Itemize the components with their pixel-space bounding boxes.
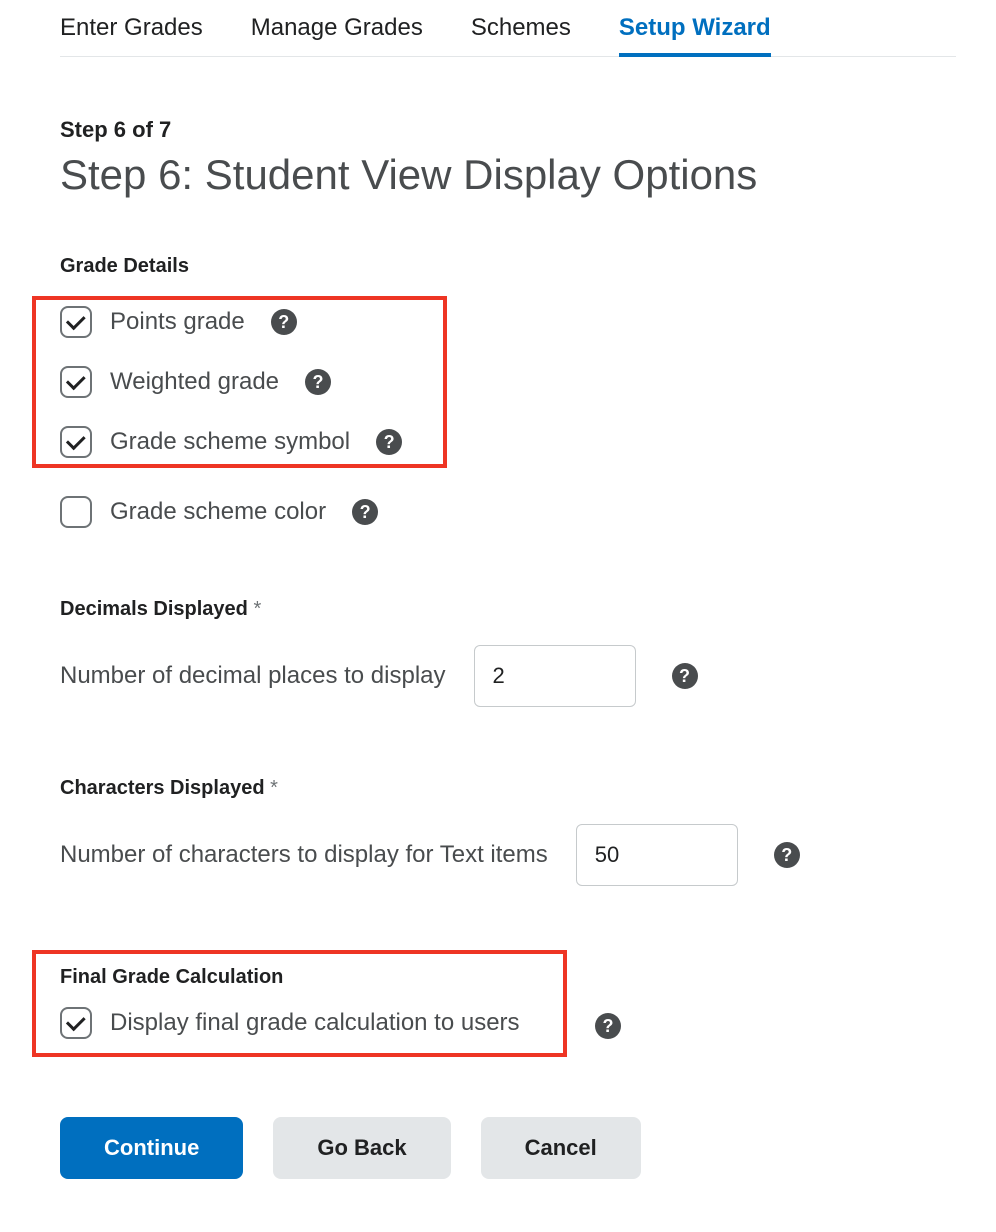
help-icon[interactable]: ?	[595, 1013, 621, 1039]
points-grade-checkbox[interactable]	[60, 306, 92, 338]
grade-details-highlight: Points grade ? Weighted grade ? Grade sc…	[32, 296, 447, 468]
grade-scheme-color-checkbox[interactable]	[60, 496, 92, 528]
grade-scheme-color-label: Grade scheme color	[110, 498, 326, 526]
tab-manage-grades[interactable]: Manage Grades	[251, 14, 423, 56]
final-grade-checkbox[interactable]	[60, 1007, 92, 1039]
characters-row: Number of characters to display for Text…	[60, 824, 956, 886]
cancel-button[interactable]: Cancel	[481, 1117, 641, 1179]
grade-scheme-symbol-row: Grade scheme symbol ?	[60, 426, 433, 458]
characters-heading: Characters Displayed *	[60, 777, 956, 800]
characters-heading-text: Characters Displayed	[60, 777, 265, 799]
grade-scheme-symbol-checkbox[interactable]	[60, 426, 92, 458]
weighted-grade-checkbox[interactable]	[60, 366, 92, 398]
help-icon[interactable]: ?	[271, 309, 297, 335]
step-counter: Step 6 of 7	[60, 117, 956, 143]
help-icon[interactable]: ?	[672, 663, 698, 689]
final-grade-heading: Final Grade Calculation	[60, 966, 549, 989]
grade-scheme-color-row: Grade scheme color ?	[60, 496, 956, 528]
points-grade-label: Points grade	[110, 308, 245, 336]
tab-setup-wizard[interactable]: Setup Wizard	[619, 14, 771, 56]
weighted-grade-label: Weighted grade	[110, 368, 279, 396]
decimals-heading-text: Decimals Displayed	[60, 598, 248, 620]
grade-details-heading: Grade Details	[60, 255, 956, 278]
help-icon[interactable]: ?	[376, 429, 402, 455]
characters-label: Number of characters to display for Text…	[60, 841, 548, 869]
required-star: *	[253, 598, 261, 620]
go-back-button[interactable]: Go Back	[273, 1117, 450, 1179]
final-grade-highlight: Final Grade Calculation Display final gr…	[32, 950, 567, 1057]
decimals-row: Number of decimal places to display ?	[60, 645, 956, 707]
points-grade-row: Points grade ?	[60, 306, 433, 338]
help-icon[interactable]: ?	[352, 499, 378, 525]
step-title: Step 6: Student View Display Options	[60, 151, 956, 199]
help-icon[interactable]: ?	[774, 842, 800, 868]
final-grade-row: Display final grade calculation to users	[60, 1007, 549, 1039]
required-star: *	[270, 777, 278, 799]
button-row: Continue Go Back Cancel	[60, 1117, 956, 1179]
continue-button[interactable]: Continue	[60, 1117, 243, 1179]
decimals-input[interactable]	[474, 645, 636, 707]
decimals-label: Number of decimal places to display	[60, 662, 446, 690]
final-grade-label: Display final grade calculation to users	[110, 1009, 520, 1037]
help-icon[interactable]: ?	[305, 369, 331, 395]
characters-input[interactable]	[576, 824, 738, 886]
decimals-heading: Decimals Displayed *	[60, 598, 956, 621]
tab-schemes[interactable]: Schemes	[471, 14, 571, 56]
tabs-bar: Enter Grades Manage Grades Schemes Setup…	[60, 14, 956, 57]
tab-enter-grades[interactable]: Enter Grades	[60, 14, 203, 56]
grade-scheme-symbol-label: Grade scheme symbol	[110, 428, 350, 456]
weighted-grade-row: Weighted grade ?	[60, 366, 433, 398]
